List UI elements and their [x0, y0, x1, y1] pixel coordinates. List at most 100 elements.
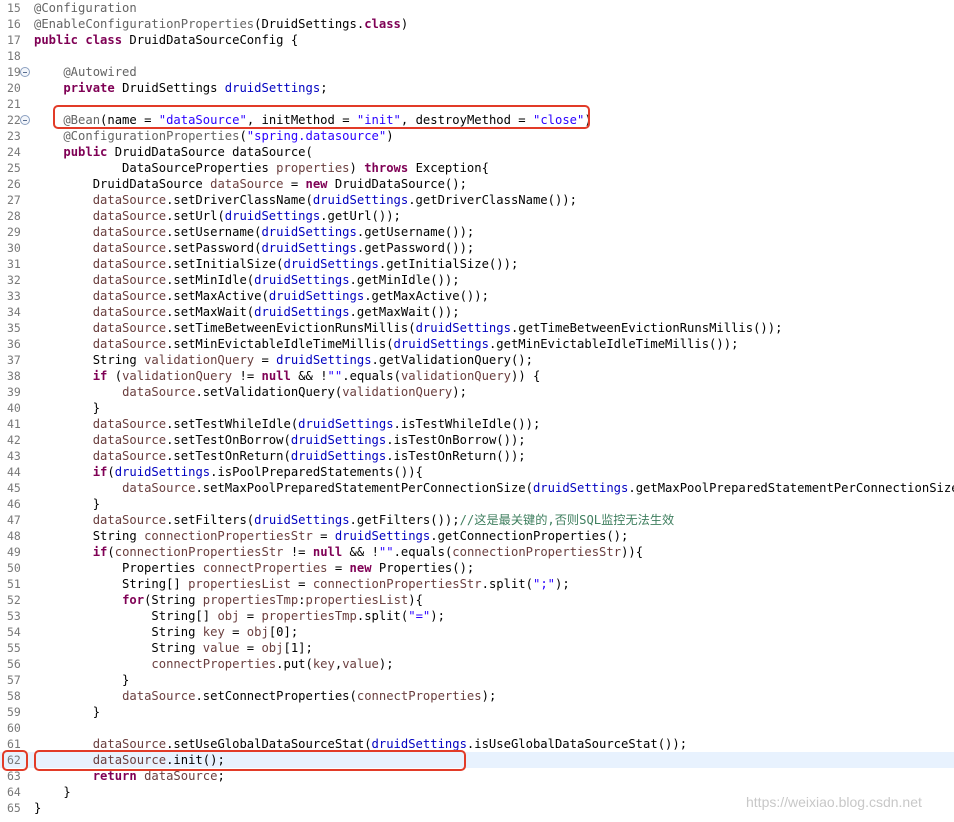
- code-token: druidSettings: [290, 433, 387, 447]
- code-line[interactable]: 26 DruidDataSource dataSource = new Drui…: [0, 176, 954, 192]
- code-token: druidSettings: [283, 257, 379, 271]
- code-line[interactable]: 24 public DruidDataSource dataSource(: [0, 144, 954, 160]
- code-token: dataSource: [92, 433, 167, 447]
- code-token: =: [224, 625, 247, 639]
- code-token: propertiesList: [305, 593, 409, 607]
- code-line[interactable]: 25 DataSourceProperties properties) thro…: [0, 160, 954, 176]
- code-line[interactable]: 52 for(String propertiesTmp:propertiesLi…: [0, 592, 954, 608]
- code-token: );: [378, 657, 394, 671]
- code-token: .equals(: [393, 545, 453, 559]
- code-token: "": [378, 545, 394, 559]
- line-number: 17: [7, 33, 21, 47]
- code-token: && !: [290, 369, 328, 383]
- line-gutter: 53: [0, 608, 34, 624]
- code-token: dataSource: [122, 689, 196, 703]
- code-line[interactable]: 33 dataSource.setMaxActive(druidSettings…: [0, 288, 954, 304]
- code-line[interactable]: 18: [0, 48, 954, 64]
- code-text: }: [34, 704, 100, 720]
- code-line[interactable]: 58 dataSource.setConnectProperties(conne…: [0, 688, 954, 704]
- code-line[interactable]: 28 dataSource.setUrl(druidSettings.getUr…: [0, 208, 954, 224]
- code-line[interactable]: 35 dataSource.setTimeBetweenEvictionRuns…: [0, 320, 954, 336]
- line-number: 50: [7, 561, 21, 575]
- code-line[interactable]: 47 dataSource.setFilters(druidSettings.g…: [0, 512, 954, 528]
- line-number: 37: [7, 353, 21, 367]
- code-text: @EnableConfigurationProperties(DruidSett…: [34, 16, 408, 32]
- code-line[interactable]: 16 @EnableConfigurationProperties(DruidSe…: [0, 16, 954, 32]
- code-token: ;: [217, 769, 225, 783]
- code-line[interactable]: 37 String validationQuery = druidSetting…: [0, 352, 954, 368]
- code-line[interactable]: 15 @Configuration: [0, 0, 954, 16]
- line-gutter: 18: [0, 48, 34, 64]
- code-token: DruidDataSourceConfig {: [122, 33, 299, 47]
- code-token: dataSource: [144, 769, 218, 783]
- code-line[interactable]: 32 dataSource.setMinIdle(druidSettings.g…: [0, 272, 954, 288]
- code-token: new: [349, 561, 372, 575]
- code-line[interactable]: 44 if(druidSettings.isPoolPreparedStatem…: [0, 464, 954, 480]
- line-gutter: 55: [0, 640, 34, 656]
- code-line[interactable]: 56 connectProperties.put(key,value);: [0, 656, 954, 672]
- code-text: dataSource.setMinEvictableIdleTimeMillis…: [34, 336, 739, 352]
- code-token: .setTestOnBorrow(: [166, 433, 291, 447]
- code-line[interactable]: 51 String[] propertiesList = connectionP…: [0, 576, 954, 592]
- code-editor[interactable]: 15 @Configuration 16 @EnableConfigurationPr…: [0, 0, 954, 822]
- line-gutter: 44: [0, 464, 34, 480]
- code-token: .getMaxPoolPreparedStatementPerConnectio…: [628, 481, 954, 495]
- code-text: dataSource.setTimeBetweenEvictionRunsMil…: [34, 320, 783, 336]
- code-token: connectionPropertiesStr: [312, 577, 482, 591]
- code-line[interactable]: 48 String connectionPropertiesStr = drui…: [0, 528, 954, 544]
- code-line[interactable]: 27 dataSource.setDriverClassName(druidSe…: [0, 192, 954, 208]
- code-line[interactable]: 55 String value = obj[1];: [0, 640, 954, 656]
- line-gutter: 20: [0, 80, 34, 96]
- code-text: }: [34, 496, 100, 512]
- line-number: 34: [7, 305, 21, 319]
- code-text: if (validationQuery != null && !"".equal…: [34, 368, 541, 384]
- code-line[interactable]: 34 dataSource.setMaxWait(druidSettings.g…: [0, 304, 954, 320]
- code-line[interactable]: 54 String key = obj[0];: [0, 624, 954, 640]
- code-token: connectProperties: [202, 561, 328, 575]
- code-line[interactable]: 42 dataSource.setTestOnBorrow(druidSetti…: [0, 432, 954, 448]
- code-line[interactable]: 17 public class DruidDataSourceConfig {: [0, 32, 954, 48]
- code-line[interactable]: 50 Properties connectProperties = new Pr…: [0, 560, 954, 576]
- line-gutter: 22: [0, 112, 34, 128]
- code-line[interactable]: 20 private DruidSettings druidSettings;: [0, 80, 954, 96]
- code-line[interactable]: 59 }: [0, 704, 954, 720]
- code-line[interactable]: 36 dataSource.setMinEvictableIdleTimeMil…: [0, 336, 954, 352]
- code-text: @ConfigurationProperties("spring.datasou…: [34, 128, 393, 144]
- code-text: String[] obj = propertiesTmp.split("=");: [34, 608, 445, 624]
- line-gutter: 52: [0, 592, 34, 608]
- code-line[interactable]: 43 dataSource.setTestOnReturn(druidSetti…: [0, 448, 954, 464]
- line-number: 33: [7, 289, 21, 303]
- code-line[interactable]: 38 if (validationQuery != null && !"".eq…: [0, 368, 954, 384]
- code-line[interactable]: 53 String[] obj = propertiesTmp.split("=…: [0, 608, 954, 624]
- code-token: ): [349, 161, 365, 175]
- code-line[interactable]: 60: [0, 720, 954, 736]
- line-number: 15: [7, 1, 21, 15]
- line-gutter: 19: [0, 64, 34, 80]
- code-line[interactable]: 39 dataSource.setValidationQuery(validat…: [0, 384, 954, 400]
- fold-collapse-icon[interactable]: [20, 67, 30, 77]
- code-token: .getTimeBetweenEvictionRunsMillis());: [510, 321, 783, 335]
- code-line[interactable]: 49 if(connectionPropertiesStr != null &&…: [0, 544, 954, 560]
- code-token: .getInitialSize());: [378, 257, 519, 271]
- line-gutter: 37: [0, 352, 34, 368]
- code-line[interactable]: 41 dataSource.setTestWhileIdle(druidSett…: [0, 416, 954, 432]
- code-line[interactable]: 46 }: [0, 496, 954, 512]
- code-line[interactable]: 45 dataSource.setMaxPoolPreparedStatemen…: [0, 480, 954, 496]
- code-line[interactable]: 23 @ConfigurationProperties("spring.data…: [0, 128, 954, 144]
- code-line[interactable]: 29 dataSource.setUsername(druidSettings.…: [0, 224, 954, 240]
- code-line[interactable]: 31 dataSource.setInitialSize(druidSettin…: [0, 256, 954, 272]
- code-token: dataSource: [92, 225, 167, 239]
- line-number: 56: [7, 657, 21, 671]
- fold-collapse-icon[interactable]: [20, 115, 30, 125]
- code-token: key: [312, 657, 335, 671]
- code-line[interactable]: 40 }: [0, 400, 954, 416]
- code-token: (: [107, 545, 115, 559]
- code-line[interactable]: 57 }: [0, 672, 954, 688]
- code-token: .getMinEvictableIdleTimeMillis());: [488, 337, 739, 351]
- code-line[interactable]: 30 dataSource.setPassword(druidSettings.…: [0, 240, 954, 256]
- code-line[interactable]: 19 @Autowired: [0, 64, 954, 80]
